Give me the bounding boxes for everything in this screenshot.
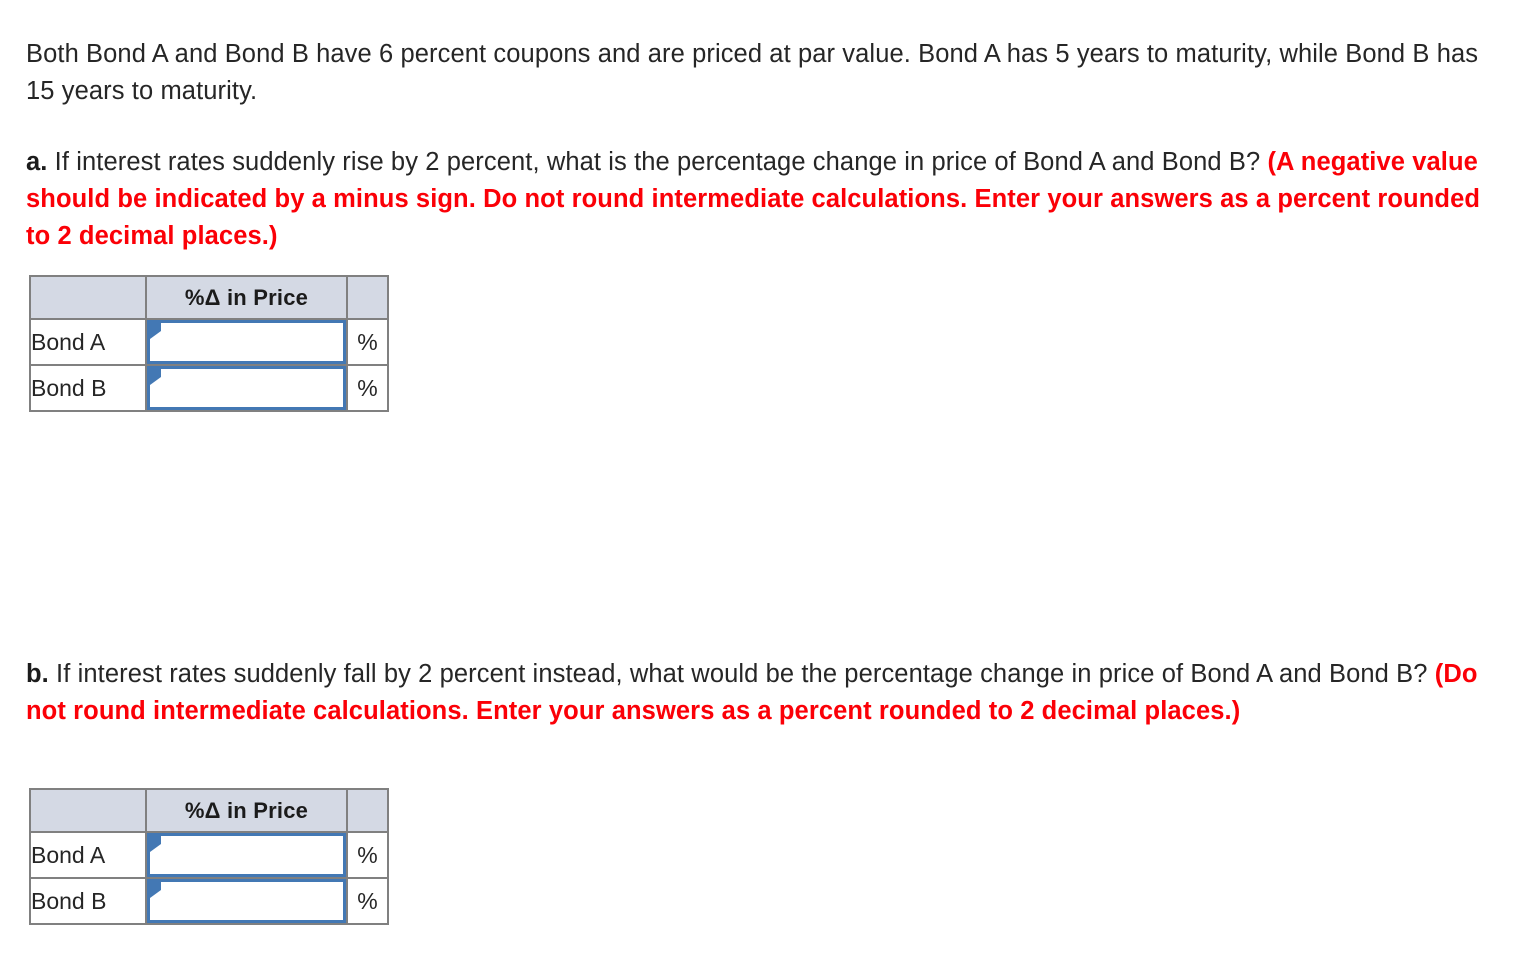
header-blank-right: [346, 788, 389, 833]
row-label-bond-b: Bond B: [29, 364, 147, 412]
part-b-marker: b.: [26, 659, 49, 688]
part-a-question: If interest rates suddenly rise by 2 per…: [47, 147, 1268, 176]
row-label-bond-a: Bond A: [29, 831, 147, 879]
bond-a-pct-change-input[interactable]: [147, 320, 346, 364]
input-cell-bond-a[interactable]: [145, 831, 348, 879]
table-row: Bond B %: [29, 364, 389, 412]
header-blank-left: [29, 788, 147, 833]
unit-percent-bond-a: %: [346, 318, 389, 366]
question-page: Both Bond A and Bond B have 6 percent co…: [0, 0, 1530, 970]
intro-text: Both Bond A and Bond B have 6 percent co…: [26, 39, 1479, 105]
answer-table-part-a: %Δ in Price Bond A % Bond B %: [29, 275, 389, 412]
header-blank-right: [346, 275, 389, 320]
part-b-paragraph: b. If interest rates suddenly fall by 2 …: [26, 656, 1506, 730]
table-row: Bond B %: [29, 877, 389, 925]
intro-paragraph: Both Bond A and Bond B have 6 percent co…: [26, 36, 1506, 110]
part-a-marker: a.: [26, 147, 48, 176]
input-cell-bond-b[interactable]: [145, 877, 348, 925]
unit-percent-bond-a: %: [346, 831, 389, 879]
table-row: Bond A %: [29, 318, 389, 366]
input-cell-bond-b[interactable]: [145, 364, 348, 412]
part-b-question: If interest rates suddenly fall by 2 per…: [48, 659, 1435, 688]
row-label-bond-b: Bond B: [29, 877, 147, 925]
input-cell-bond-a[interactable]: [145, 318, 348, 366]
unit-percent-bond-b: %: [346, 364, 389, 412]
table-header-row: %Δ in Price: [29, 788, 389, 833]
header-pct-change-in-price: %Δ in Price: [145, 788, 348, 833]
unit-percent-bond-b: %: [346, 877, 389, 925]
input-wrapper: [147, 879, 346, 923]
part-a-paragraph: a. If interest rates suddenly rise by 2 …: [26, 144, 1506, 255]
header-blank-left: [29, 275, 147, 320]
bond-b-pct-change-input[interactable]: [147, 366, 346, 410]
row-label-bond-a: Bond A: [29, 318, 147, 366]
input-wrapper: [147, 366, 346, 410]
bond-a-pct-change-input[interactable]: [147, 833, 346, 877]
answer-table-part-b: %Δ in Price Bond A % Bond B %: [29, 788, 389, 925]
header-pct-change-in-price: %Δ in Price: [145, 275, 348, 320]
input-wrapper: [147, 320, 346, 364]
table-row: Bond A %: [29, 831, 389, 879]
input-wrapper: [147, 833, 346, 877]
bond-b-pct-change-input[interactable]: [147, 879, 346, 923]
table-header-row: %Δ in Price: [29, 275, 389, 320]
